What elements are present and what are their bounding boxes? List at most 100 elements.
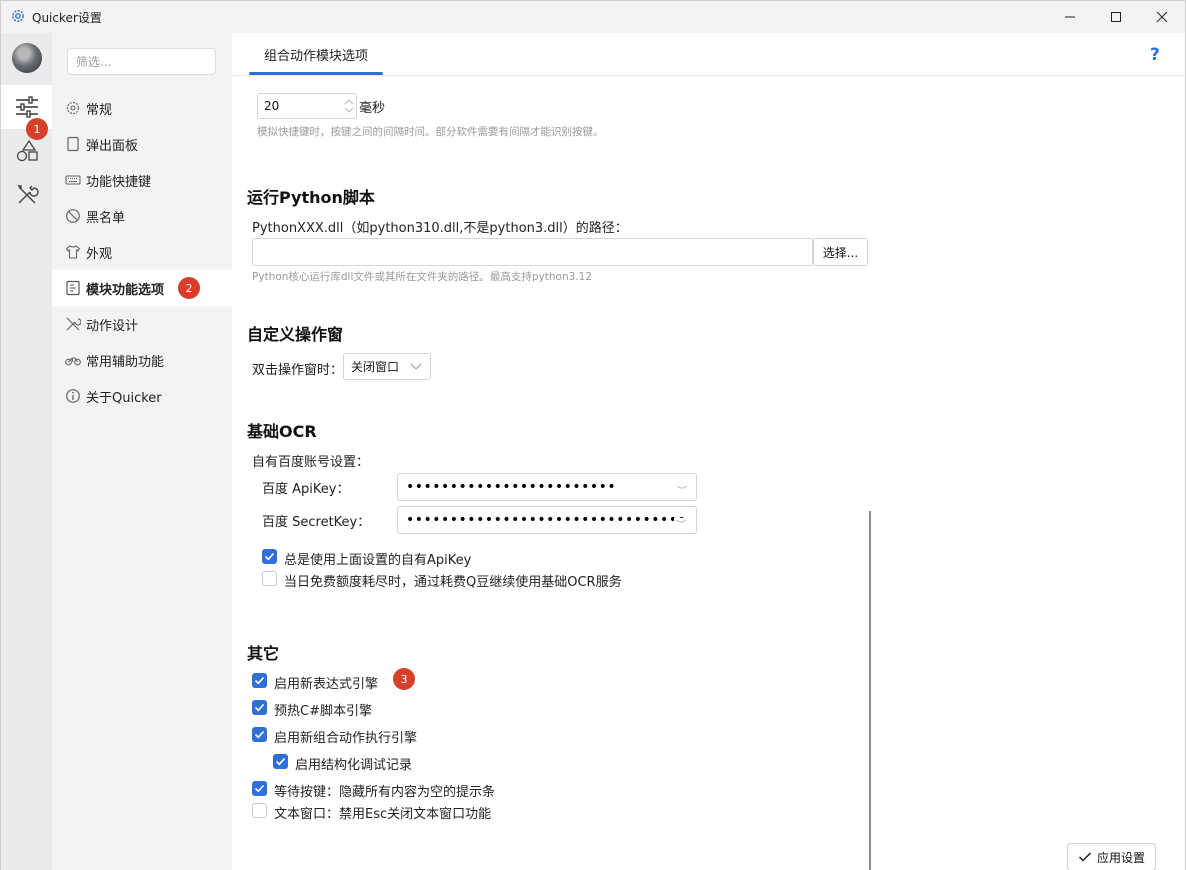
tools-icon xyxy=(65,316,81,332)
settings-sidebar: 常规 弹出面板 功能快捷键 黑名单 外观 xyxy=(52,33,232,870)
python-browse-button[interactable]: 选择... xyxy=(813,238,868,266)
close-icon xyxy=(1156,11,1168,23)
secretkey-value: •••••••••••••••••••••••••••••••• xyxy=(406,512,687,528)
tools-icon xyxy=(17,185,39,204)
nav-assist[interactable]: 常用辅助功能 xyxy=(52,342,232,378)
chevron-down-icon xyxy=(410,363,422,370)
shirt-icon xyxy=(65,244,81,260)
python-path-label: PythonXXX.dll（如python310.dll,不是python3.d… xyxy=(252,221,628,236)
check-icon xyxy=(254,730,265,739)
divider xyxy=(869,511,871,870)
option-label[interactable]: 预热C#脚本引擎 xyxy=(274,700,372,719)
python-hint: Python核心运行库dll文件或其所在文件夹的路径。最高支持python3.1… xyxy=(252,271,593,283)
check-icon xyxy=(1078,852,1092,862)
check-icon xyxy=(254,784,265,793)
icon-rail: 1 xyxy=(1,33,52,870)
nav-about[interactable]: 关于Quicker xyxy=(52,378,232,414)
key-delay-unit: 毫秒 xyxy=(359,101,386,116)
other-section-title: 其它 xyxy=(247,644,280,663)
gear-icon xyxy=(65,100,81,116)
nav-blacklist[interactable]: 黑名单 xyxy=(52,198,232,234)
ocr-account-label: 自有百度账号设置： xyxy=(252,455,370,470)
option-checkbox[interactable] xyxy=(252,673,267,688)
nav-label: 常规 xyxy=(86,102,113,118)
step-badge-3: 3 xyxy=(393,668,415,690)
nav-label: 动作设计 xyxy=(86,318,139,334)
nav-label: 关于Quicker xyxy=(86,390,162,406)
apply-label: 应用设置 xyxy=(1096,850,1145,865)
avatar[interactable] xyxy=(12,43,42,73)
python-path-input[interactable] xyxy=(252,238,813,266)
maximize-icon xyxy=(1111,12,1121,22)
apikey-value: •••••••••••••••••••••••• xyxy=(406,479,617,495)
nav-label: 弹出面板 xyxy=(86,138,139,154)
minimize-button[interactable] xyxy=(1047,1,1093,33)
apikey-input[interactable]: •••••••••••••••••••••••• xyxy=(397,473,697,501)
python-section-title: 运行Python脚本 xyxy=(247,188,375,207)
nav-general[interactable]: 常规 xyxy=(52,90,232,126)
apply-button[interactable]: 应用设置 xyxy=(1067,843,1156,870)
step-badge-2: 2 xyxy=(178,277,200,299)
info-icon xyxy=(65,388,81,404)
chevron-down-icon xyxy=(676,485,688,489)
nav-label: 黑名单 xyxy=(86,210,126,226)
bike-icon xyxy=(65,352,81,368)
option-checkbox[interactable] xyxy=(273,754,288,769)
secret-label: 百度 SecretKey： xyxy=(262,515,371,530)
option-label[interactable]: 启用新组合动作执行引擎 xyxy=(274,727,417,746)
settings-window: Quicker设置 1 筛选... 常规 弹出面板 功能快捷键 黑名单 外观 模… xyxy=(0,0,1186,870)
dblclick-label: 双击操作窗时： xyxy=(252,363,344,378)
always-use-apikey-checkbox[interactable] xyxy=(262,549,277,564)
shapes-icon xyxy=(16,139,38,162)
help-button[interactable]: ? xyxy=(1150,45,1160,65)
nav-module-options[interactable]: 模块功能选项 2 xyxy=(52,270,232,306)
tab-bar: 组合动作模块选项 ? xyxy=(232,33,1185,76)
sliders-icon xyxy=(15,96,38,118)
nav-label: 功能快捷键 xyxy=(86,174,152,190)
check-icon xyxy=(254,676,265,685)
secretkey-input[interactable]: •••••••••••••••••••••••••••••••• xyxy=(397,506,697,534)
key-delay-value: 20 xyxy=(264,99,280,113)
option-label[interactable]: 文本窗口：禁用Esc关闭文本窗口功能 xyxy=(274,803,491,822)
module-icon xyxy=(65,280,81,296)
key-delay-hint: 模拟快捷键时，按键之间的间隔时间。部分软件需要有间隔才能识别按键。 xyxy=(257,126,604,138)
ocr-section-title: 基础OCR xyxy=(247,422,317,441)
rail-tools[interactable] xyxy=(1,173,52,217)
check-icon xyxy=(254,703,265,712)
minimize-icon xyxy=(1065,16,1075,18)
chevron-down-icon xyxy=(674,518,688,526)
window-title: Quicker设置 xyxy=(32,11,102,25)
nav-label: 常用辅助功能 xyxy=(86,354,165,370)
nav-label: 模块功能选项 xyxy=(86,282,165,298)
option-checkbox[interactable] xyxy=(252,781,267,796)
use-qbean-label[interactable]: 当日免费额度耗尽时，通过耗费Q豆继续使用基础OCR服务 xyxy=(284,571,622,590)
option-label[interactable]: 启用新表达式引擎 xyxy=(274,673,378,692)
block-icon xyxy=(65,208,81,224)
close-button[interactable] xyxy=(1139,1,1185,33)
nav-appearance[interactable]: 外观 xyxy=(52,234,232,270)
option-label[interactable]: 启用结构化调试记录 xyxy=(295,754,412,773)
title-bar: Quicker设置 xyxy=(1,1,1185,33)
keyboard-icon xyxy=(65,172,81,188)
check-icon xyxy=(275,757,286,766)
rail-shapes[interactable] xyxy=(1,129,52,173)
filter-input[interactable] xyxy=(67,48,216,75)
custom-window-section-title: 自定义操作窗 xyxy=(247,325,344,344)
option-checkbox[interactable] xyxy=(252,803,267,818)
always-use-apikey-label[interactable]: 总是使用上面设置的自有ApiKey xyxy=(284,549,471,568)
check-icon xyxy=(264,552,275,561)
nav-hotkeys[interactable]: 功能快捷键 xyxy=(52,162,232,198)
nav-action-design[interactable]: 动作设计 xyxy=(52,306,232,342)
spinner-icon[interactable] xyxy=(344,97,354,115)
option-label[interactable]: 等待按键：隐藏所有内容为空的提示条 xyxy=(274,781,495,800)
use-qbean-checkbox[interactable] xyxy=(262,571,277,586)
tab-module-options[interactable]: 组合动作模块选项 xyxy=(249,33,383,76)
maximize-button[interactable] xyxy=(1093,1,1139,33)
apikey-label: 百度 ApiKey： xyxy=(262,482,350,497)
nav-popup-panel[interactable]: 弹出面板 xyxy=(52,126,232,162)
option-checkbox[interactable] xyxy=(252,727,267,742)
gear-icon xyxy=(12,10,24,22)
key-delay-input[interactable]: 20 xyxy=(257,93,357,119)
dblclick-select[interactable]: 关闭窗口 xyxy=(343,353,431,380)
option-checkbox[interactable] xyxy=(252,700,267,715)
